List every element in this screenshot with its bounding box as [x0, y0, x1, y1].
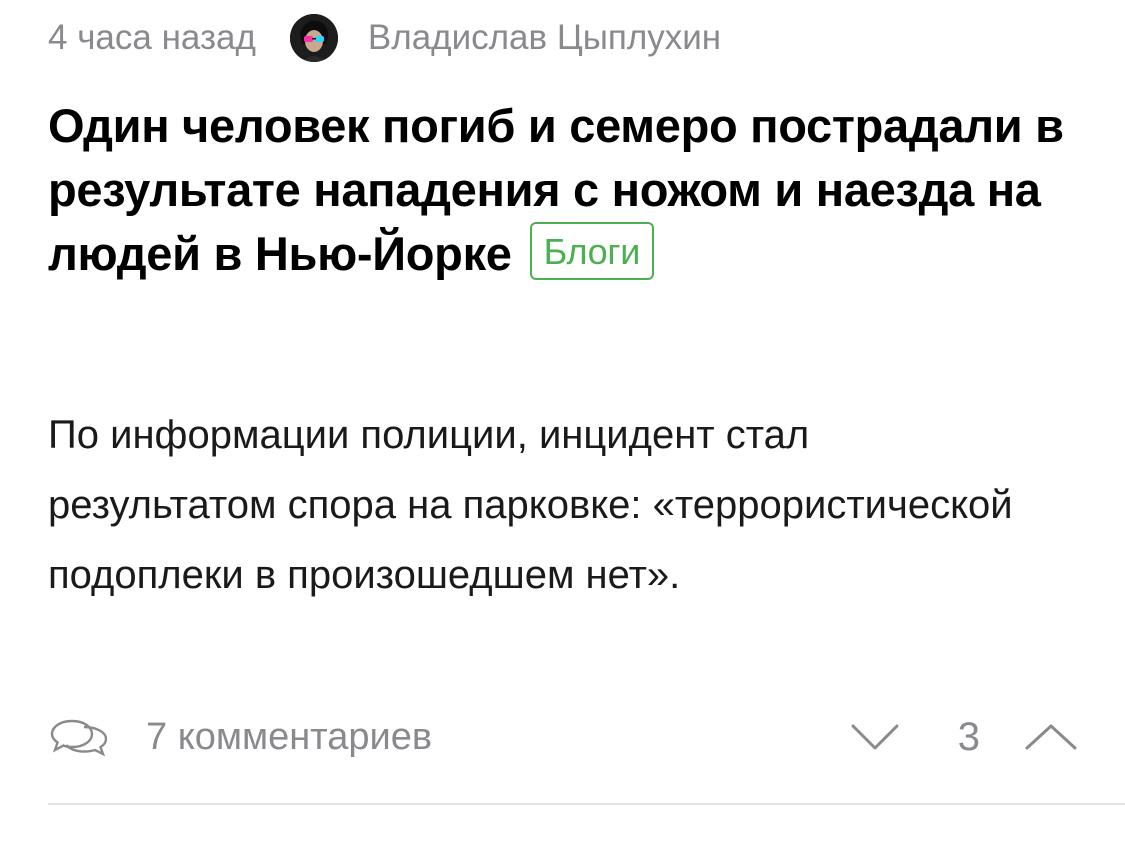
author-name[interactable]: Владислав Цыплухин: [368, 18, 721, 58]
comments-count-label: 7 комментариев: [146, 715, 433, 758]
post-meta: 4 часа назад Владислав Цыплухин: [48, 10, 721, 66]
post-card: 4 часа назад Владислав Цыплухин Один чел…: [0, 0, 1125, 841]
downvote-button[interactable]: [850, 722, 900, 752]
chevron-up-icon: [1025, 724, 1077, 750]
post-divider: [48, 803, 1125, 805]
category-tag[interactable]: Блоги: [529, 222, 655, 280]
vote-controls: 3: [850, 715, 1078, 760]
speech-bubbles-icon: [48, 717, 110, 757]
post-excerpt: По информации полиции, инцидент стал рез…: [48, 413, 1013, 597]
upvote-button[interactable]: [1024, 722, 1078, 752]
chevron-down-icon: [851, 724, 899, 750]
post-footer: 7 комментариев 3: [48, 706, 1078, 768]
comments-link[interactable]: 7 комментариев: [48, 716, 432, 759]
post-title[interactable]: Один человек погиб и семеро пострадали в…: [48, 94, 1088, 286]
post-time: 4 часа назад: [48, 18, 256, 57]
vote-score: 3: [957, 714, 980, 759]
author-avatar[interactable]: [289, 14, 338, 62]
